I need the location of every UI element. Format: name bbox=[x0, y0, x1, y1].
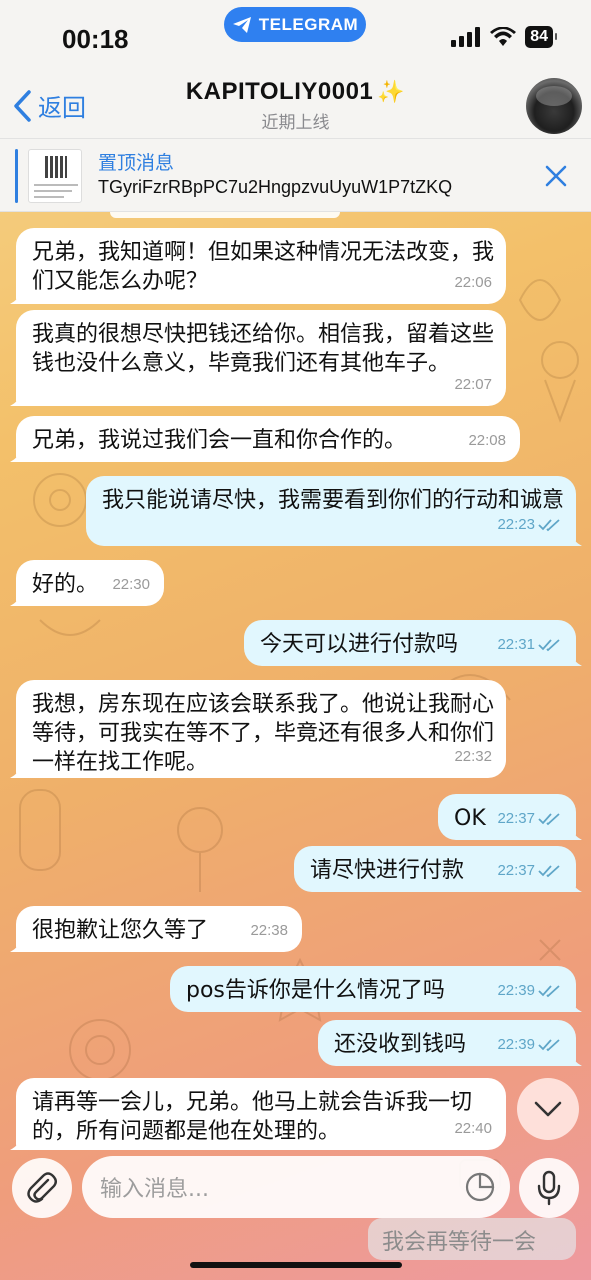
message-outgoing[interactable]: OK 22:37 bbox=[438, 794, 576, 840]
double-check-icon bbox=[538, 1038, 560, 1051]
message-time: 22:07 bbox=[454, 376, 492, 393]
message-incoming[interactable]: 兄弟，我知道啊！但如果这种情况无法改变，我们又能怎么办呢？ 22:06 bbox=[16, 228, 506, 304]
telegram-pill[interactable]: TELEGRAM bbox=[224, 7, 366, 42]
message-input[interactable]: 输入消息... bbox=[82, 1156, 510, 1218]
double-check-icon bbox=[538, 984, 560, 997]
message-time: 22:39 bbox=[497, 1036, 535, 1053]
message-outgoing[interactable]: 今天可以进行付款吗 22:31 bbox=[244, 620, 576, 666]
message-time: 22:38 bbox=[250, 922, 288, 939]
message-incoming[interactable]: 兄弟，我说过我们会一直和你合作的。 22:08 bbox=[16, 416, 520, 462]
chevron-down-icon bbox=[534, 1101, 562, 1117]
paperclip-icon bbox=[27, 1172, 57, 1203]
message-time: 22:06 bbox=[454, 274, 492, 291]
double-check-icon bbox=[538, 518, 560, 531]
pinned-text: TGyriFzrRBpPC7u2HngpzvuUyuW1P7tZKQ bbox=[98, 177, 453, 197]
message-incoming[interactable]: 请再等一会儿，兄弟。他马上就会告诉我一切的，所有问题都是他在处理的。 22:40 bbox=[16, 1078, 506, 1150]
message-incoming[interactable]: 很抱歉让您久等了 22:38 bbox=[16, 906, 302, 952]
microphone-button[interactable] bbox=[519, 1158, 579, 1218]
message-incoming[interactable]: 我想，房东现在应该会联系我了。他说让我耐心等待，可我实在等不了，毕竟还有很多人和… bbox=[16, 680, 506, 778]
cellular-signal-icon bbox=[451, 27, 481, 47]
message-text: 我真的很想尽快把钱还给你。相信我，留着这些钱也没什么意义，毕竟我们还有其他车子。 bbox=[32, 322, 495, 376]
sticker-icon[interactable] bbox=[464, 1171, 496, 1203]
message-text: 我想，房东现在应该会联系我了。他说让我耐心等待，可我实在等不了，毕竟还有很多人和… bbox=[32, 692, 495, 775]
message-outgoing[interactable]: 还没收到钱吗 22:39 bbox=[318, 1020, 576, 1066]
avatar[interactable] bbox=[526, 78, 582, 134]
qr-code-icon bbox=[45, 156, 67, 178]
double-check-icon bbox=[538, 864, 560, 877]
scroll-down-button[interactable] bbox=[517, 1078, 579, 1140]
status-icons: 84 bbox=[451, 26, 557, 48]
message-incoming[interactable]: 我真的很想尽快把钱还给你。相信我，留着这些钱也没什么意义，毕竟我们还有其他车子。… bbox=[16, 310, 506, 406]
message-time: 22:08 bbox=[468, 432, 506, 449]
message-time: 22:32 bbox=[454, 748, 492, 765]
message-outgoing[interactable]: pos告诉你是什么情况了吗 22:39 bbox=[170, 966, 576, 1012]
pinned-title: 置顶消息 bbox=[98, 152, 175, 174]
battery-icon: 84 bbox=[525, 26, 557, 48]
message-time: 22:30 bbox=[112, 576, 150, 593]
message-time: 22:23 bbox=[497, 516, 535, 533]
chat-title[interactable]: KAPITOLIY0001 ✨ bbox=[0, 78, 591, 106]
pinned-message-bar[interactable] bbox=[0, 138, 591, 212]
message-outgoing[interactable]: 请尽快进行付款 22:37 bbox=[294, 846, 576, 892]
message-time: 22:31 bbox=[497, 636, 535, 653]
message-time: 22:37 bbox=[497, 810, 535, 827]
ghost-message-preview: 我会再等待一会 bbox=[368, 1218, 576, 1260]
message-text: 兄弟，我知道啊！但如果这种情况无法改变，我们又能怎么办呢？ bbox=[32, 240, 495, 294]
message-input-placeholder: 输入消息... bbox=[100, 1177, 209, 1202]
pinned-thumbnail bbox=[28, 149, 82, 203]
double-check-icon bbox=[538, 812, 560, 825]
wifi-icon bbox=[490, 27, 517, 46]
message-text: 请再等一会儿，兄弟。他马上就会告诉我一切的，所有问题都是他在处理的。 bbox=[32, 1090, 473, 1144]
message-time: 22:37 bbox=[497, 862, 535, 879]
sparkle-icon: ✨ bbox=[377, 79, 406, 104]
home-indicator[interactable] bbox=[190, 1262, 402, 1268]
chat-title-text: KAPITOLIY0001 bbox=[185, 78, 374, 105]
message-outgoing[interactable]: 我只能说请尽快，我需要看到你们的行动和诚意 22:23 bbox=[86, 476, 576, 546]
telegram-pill-label: TELEGRAM bbox=[258, 14, 359, 34]
message-time: 22:40 bbox=[454, 1120, 492, 1137]
double-check-icon bbox=[538, 638, 560, 651]
pinned-accent-line bbox=[15, 149, 18, 203]
attach-button[interactable] bbox=[12, 1158, 72, 1218]
previous-message-edge bbox=[110, 212, 340, 218]
message-time: 22:39 bbox=[497, 982, 535, 999]
microphone-icon bbox=[537, 1170, 561, 1206]
message-incoming[interactable]: 好的。 22:30 bbox=[16, 560, 164, 606]
status-time: 00:18 bbox=[62, 24, 129, 54]
paper-plane-icon bbox=[232, 16, 251, 33]
message-text: 兄弟，我说过我们会一直和你合作的。 bbox=[32, 428, 407, 453]
close-icon[interactable] bbox=[543, 163, 569, 189]
chat-last-seen: 近期上线 bbox=[261, 113, 330, 133]
